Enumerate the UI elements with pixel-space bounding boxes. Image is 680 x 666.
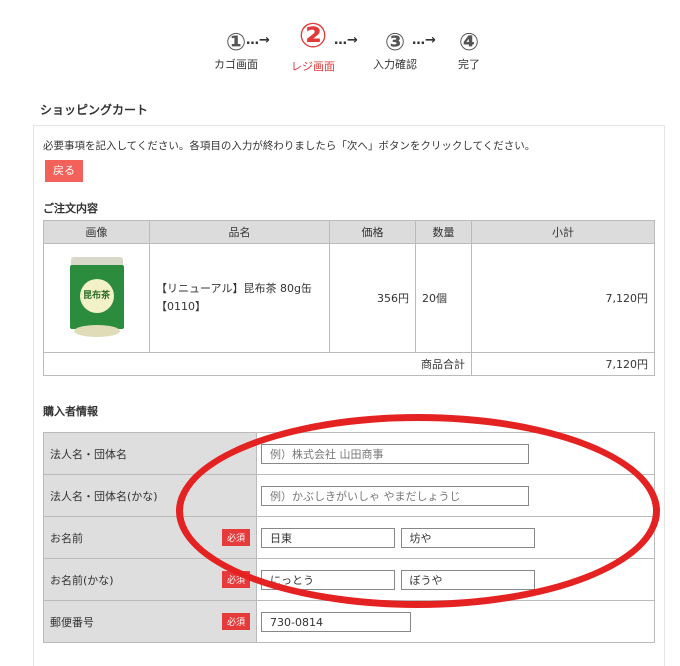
name-label: お名前 bbox=[50, 531, 83, 545]
step-3-number: ③ bbox=[384, 28, 406, 56]
step-3-label: 入力確認 bbox=[373, 58, 417, 71]
company-label: 法人名・団体名 bbox=[43, 432, 257, 475]
step-4-label: 完了 bbox=[458, 58, 480, 71]
product-price: 356円 bbox=[329, 243, 416, 353]
instruction-text: 必要事項を記入してください。各項目の入力が終わりましたら「次へ」ボタンをクリック… bbox=[43, 140, 536, 152]
page-title: ショッピングカート bbox=[40, 103, 149, 117]
product-image-text: 昆布茶 bbox=[79, 278, 114, 313]
table-row: 昆布茶 【リニューアル】昆布茶 80g缶 【0110】 356円 20個 7,1… bbox=[43, 243, 655, 353]
checkout-steps: ① カゴ画面 …→ ② レジ画面 …→ ③ 入力確認 …→ ④ 完了 bbox=[0, 0, 680, 90]
last-name-kana-input[interactable]: にっとう bbox=[261, 569, 395, 590]
product-name: 【リニューアル】昆布茶 80g缶 【0110】 bbox=[149, 243, 330, 353]
form-row-name-kana: お名前(かな) 必須 にっとう ぼうや bbox=[43, 558, 655, 601]
company-input[interactable]: 例）株式会社 山田商事 bbox=[261, 443, 529, 464]
step-2-label: レジ画面 bbox=[291, 60, 335, 73]
form-row-name: お名前 必須 日東 坊や bbox=[43, 516, 655, 559]
step-complete: ④ 完了 bbox=[452, 30, 486, 72]
required-badge: 必須 bbox=[221, 529, 250, 546]
form-row-company: 法人名・団体名 例）株式会社 山田商事 bbox=[43, 432, 655, 475]
order-heading: ご注文内容 bbox=[43, 202, 98, 215]
company-kana-label: 法人名・団体名(かな) bbox=[43, 474, 257, 517]
zip-label: 郵便番号 bbox=[50, 615, 94, 629]
product-image[interactable]: 昆布茶 bbox=[68, 256, 126, 337]
header-subtotal: 小計 bbox=[471, 220, 655, 244]
product-qty: 20個 bbox=[415, 243, 472, 353]
company-kana-input[interactable]: 例）かぶしきがいしゃ やまだしょうじ bbox=[261, 485, 529, 506]
form-row-company-kana: 法人名・団体名(かな) 例）かぶしきがいしゃ やまだしょうじ bbox=[43, 474, 655, 517]
last-name-input[interactable]: 日東 bbox=[261, 527, 395, 548]
form-row-zip: 郵便番号 必須 730-0814 bbox=[43, 600, 655, 643]
step-2-number: ② bbox=[298, 16, 328, 56]
total-label: 商品合計 bbox=[43, 352, 472, 376]
step-arrow-icon: …→ bbox=[412, 33, 436, 48]
buyer-form: 法人名・団体名 例）株式会社 山田商事 法人名・団体名(かな) 例）かぶしきがい… bbox=[43, 432, 655, 643]
step-1-label: カゴ画面 bbox=[214, 58, 258, 71]
required-badge: 必須 bbox=[221, 613, 250, 630]
first-name-kana-input[interactable]: ぼうや bbox=[400, 569, 535, 590]
step-arrow-icon: …→ bbox=[246, 33, 270, 48]
required-badge: 必須 bbox=[221, 571, 250, 588]
total-value: 7,120円 bbox=[471, 352, 655, 376]
header-qty: 数量 bbox=[415, 220, 472, 244]
product-image-cell: 昆布茶 bbox=[43, 243, 150, 353]
header-image: 画像 bbox=[43, 220, 150, 244]
zip-input[interactable]: 730-0814 bbox=[261, 611, 411, 632]
step-arrow-icon: …→ bbox=[334, 33, 358, 48]
first-name-input[interactable]: 坊や bbox=[400, 527, 535, 548]
step-4-number: ④ bbox=[458, 28, 480, 56]
order-header-row: 画像 品名 価格 数量 小計 bbox=[43, 220, 655, 244]
total-row: 商品合計 7,120円 bbox=[43, 352, 655, 376]
order-table: 画像 品名 価格 数量 小計 昆布茶 【リニューアル】昆布茶 80g缶 【011… bbox=[43, 220, 655, 376]
step-register: ② レジ画面 bbox=[286, 18, 340, 74]
header-price: 価格 bbox=[329, 220, 416, 244]
header-name: 品名 bbox=[149, 220, 330, 244]
buyer-heading: 購入者情報 bbox=[43, 405, 98, 418]
name-kana-label: お名前(かな) bbox=[50, 573, 114, 587]
back-button[interactable]: 戻る bbox=[45, 160, 83, 182]
product-subtotal: 7,120円 bbox=[471, 243, 655, 353]
